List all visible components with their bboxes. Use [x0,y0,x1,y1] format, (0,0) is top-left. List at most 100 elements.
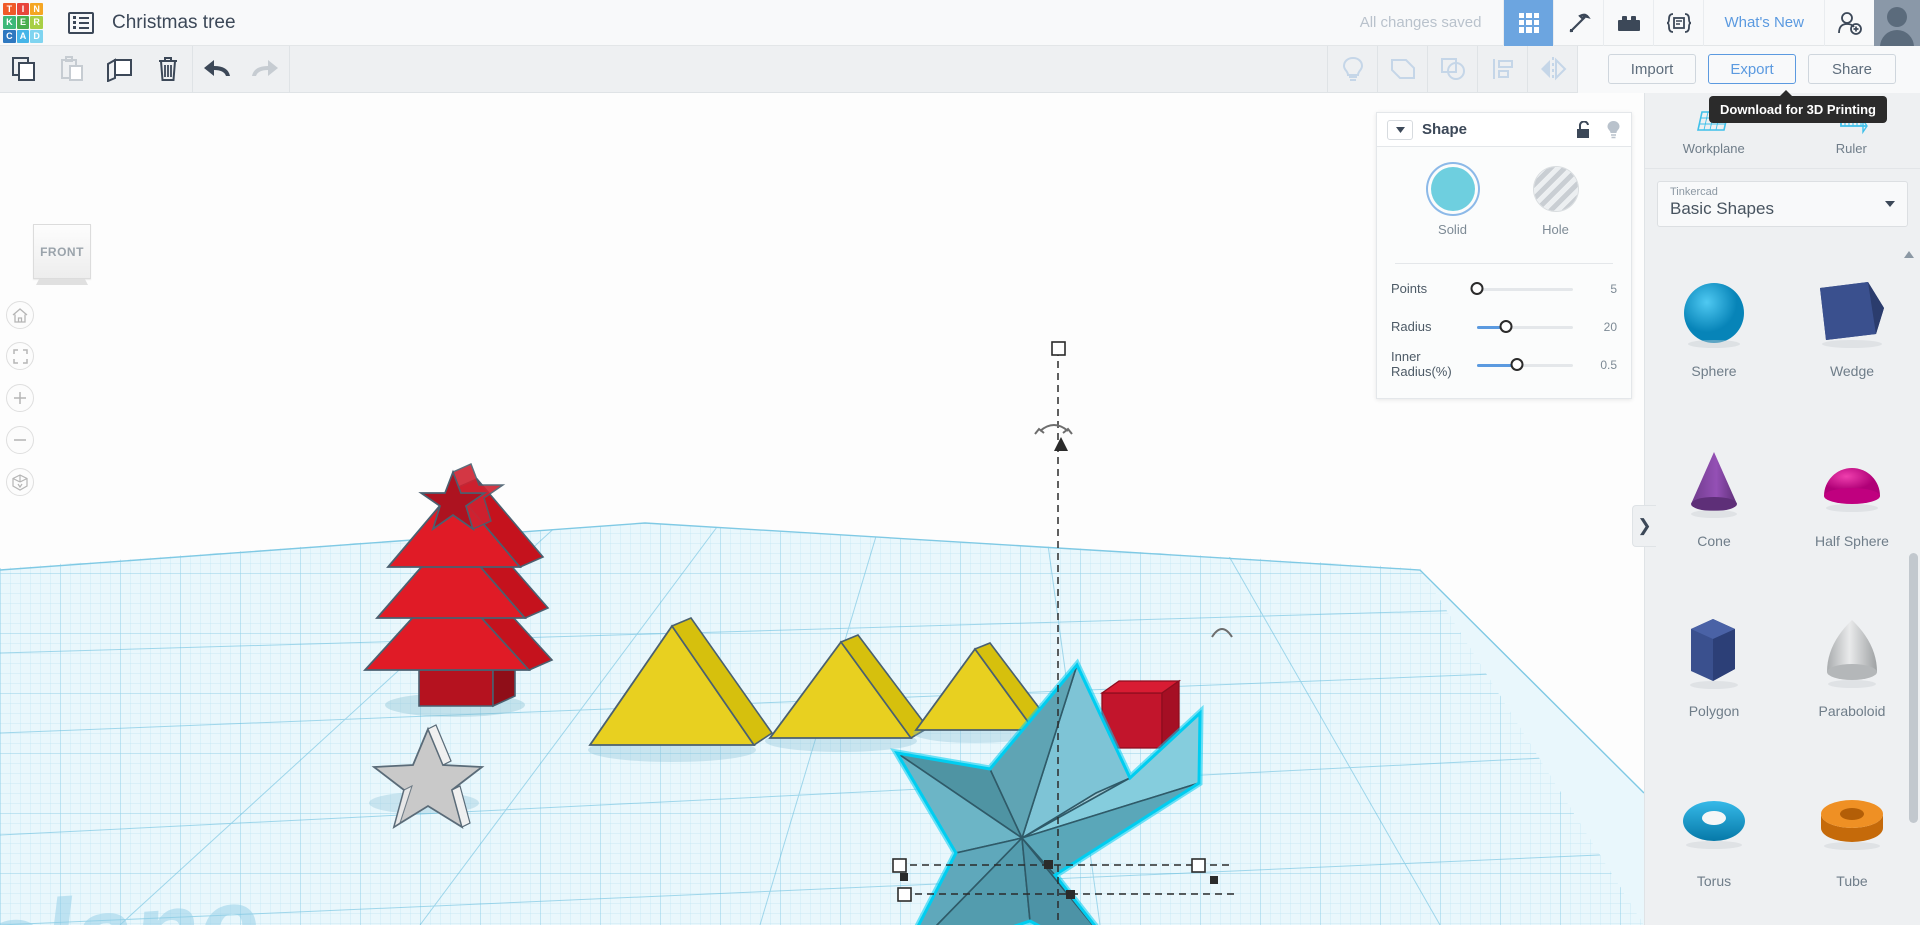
raise-arrow-handle [1054,437,1068,451]
chevron-down-icon[interactable] [1885,201,1895,207]
hole-pattern-disc [1533,167,1578,211]
avatar[interactable] [1874,0,1920,46]
rotate-handle [1034,424,1073,435]
top-bar: T I N K E R C A D Christmas tree All cha… [0,0,1920,46]
zoom-out-icon[interactable] [6,426,34,454]
hole-label: Hole [1542,222,1569,237]
export-tooltip: Download for 3D Printing [1709,90,1887,123]
library-item-label: Wedge [1829,363,1875,379]
panel-divider [1395,263,1613,264]
codeblocks-braces-icon[interactable] [1653,0,1703,46]
inner-radius-slider[interactable] [1477,358,1573,372]
codeblocks-pick-icon[interactable] [1553,0,1603,46]
redo-button[interactable] [241,46,289,93]
brick-icon[interactable] [1603,0,1653,46]
library-item-label: Paraboloid [1818,703,1886,719]
solid-swatch[interactable]: Solid [1430,167,1475,237]
whats-new-link[interactable]: What's New [1703,0,1824,46]
shape-panel-body: Solid Hole Points 5 Radius 20 Inner Radi… [1377,147,1631,398]
slider-track [1477,288,1573,291]
library-item-sphere[interactable]: Sphere [1645,251,1783,421]
library-item-polygon[interactable]: Polygon [1645,591,1783,761]
radius-value: 20 [1603,320,1617,334]
library-item-label: Cone [1697,533,1731,549]
ungroup-icon[interactable] [1427,45,1477,93]
group-icon[interactable] [1377,45,1427,93]
property-row-radius: Radius 20 [1391,308,1617,346]
duplicate-button[interactable] [96,46,144,93]
cone-shape [1677,435,1751,531]
library-item-wedge[interactable]: Wedge [1783,251,1920,421]
add-user-icon[interactable] [1824,0,1874,46]
edit-toolbar-right: Import Export Share [1327,45,1920,93]
library-item-label: Torus [1696,873,1732,889]
library-item-label: Half Sphere [1815,533,1889,549]
paraboloid-shape [1815,605,1889,701]
tinkercad-logo[interactable]: T I N K E R C A D [0,0,46,46]
home-view-icon[interactable] [6,301,34,329]
slider-knob[interactable] [1470,282,1484,295]
zoom-in-icon[interactable] [6,384,34,412]
inner-radius-value: 0.5 [1600,358,1617,372]
points-slider[interactable] [1470,282,1573,296]
slider-knob[interactable] [1499,320,1513,333]
scale-handle [1191,858,1206,873]
collapse-panel-button[interactable]: ❯ [1632,505,1656,547]
top-bar-right: All changes saved What's New [1360,0,1920,46]
ruler-tool-label: Ruler [1835,140,1867,156]
radius-slider[interactable] [1477,320,1573,334]
slider-knob[interactable] [1510,358,1524,371]
toolbar-divider [289,45,290,93]
wedge-shape [1812,265,1892,361]
shape-panel-header-icons [1576,120,1621,139]
document-list-icon[interactable] [68,11,94,34]
solid-label: Solid [1438,222,1467,237]
share-button[interactable]: Share [1808,54,1896,84]
property-row-points: Points 5 [1391,270,1617,308]
radius-label: Radius [1391,318,1432,334]
scale-handle [897,887,912,902]
fit-all-icon[interactable] [6,342,34,370]
scale-handle-small [1210,876,1218,884]
logo-tile: C [3,29,16,43]
collection-name: Basic Shapes [1670,199,1774,218]
view-cube[interactable]: FRONT [33,224,91,279]
paste-button[interactable] [48,46,96,93]
center-handle-2 [1066,890,1075,899]
shape-collection-select[interactable]: Tinkercad Basic Shapes [1657,181,1908,227]
save-status: All changes saved [1359,14,1482,31]
shape-library-panel: Workplane Ruler Tinkercad Basic Shapes S… [1644,93,1920,925]
library-item-half-sphere[interactable]: Half Sphere [1783,421,1920,591]
chevron-down-icon[interactable] [1387,119,1413,140]
grid-view-icon[interactable] [1503,0,1554,46]
library-scrollbar[interactable] [1909,553,1918,823]
shape-library-grid: Sphere Wedge Cone Half Sphere Polygon Pa… [1645,245,1920,925]
library-item-cone[interactable]: Cone [1645,421,1783,591]
library-item-tube[interactable]: Tube [1783,761,1920,925]
view-cube-base [36,279,88,285]
logo-tile: R [30,16,43,29]
unlock-icon[interactable] [1576,120,1592,139]
export-button[interactable]: Export [1708,54,1796,84]
delete-button[interactable] [144,46,192,93]
logo-tile: I [16,2,30,16]
solid-color-disc [1430,167,1475,211]
library-item-torus[interactable]: Torus [1645,761,1783,925]
polygon-shape [1677,605,1751,701]
undo-button[interactable] [193,46,241,93]
edit-toolbar: Import Export Share [0,45,1920,93]
align-icon[interactable] [1477,45,1527,93]
scale-handle-small [900,873,908,881]
library-item-label: Polygon [1688,703,1740,719]
copy-button[interactable] [0,46,48,93]
lightbulb-icon[interactable] [1606,120,1621,139]
light-bulb-icon[interactable] [1327,45,1377,93]
tube-shape [1813,775,1891,871]
library-item-paraboloid[interactable]: Paraboloid [1783,591,1920,761]
logo-tile: T [3,2,16,16]
import-button[interactable]: Import [1608,54,1696,84]
mirror-icon[interactable] [1527,45,1577,93]
hole-swatch[interactable]: Hole [1533,167,1578,237]
logo-tile: D [30,29,43,43]
ortho-view-icon[interactable] [6,468,34,496]
